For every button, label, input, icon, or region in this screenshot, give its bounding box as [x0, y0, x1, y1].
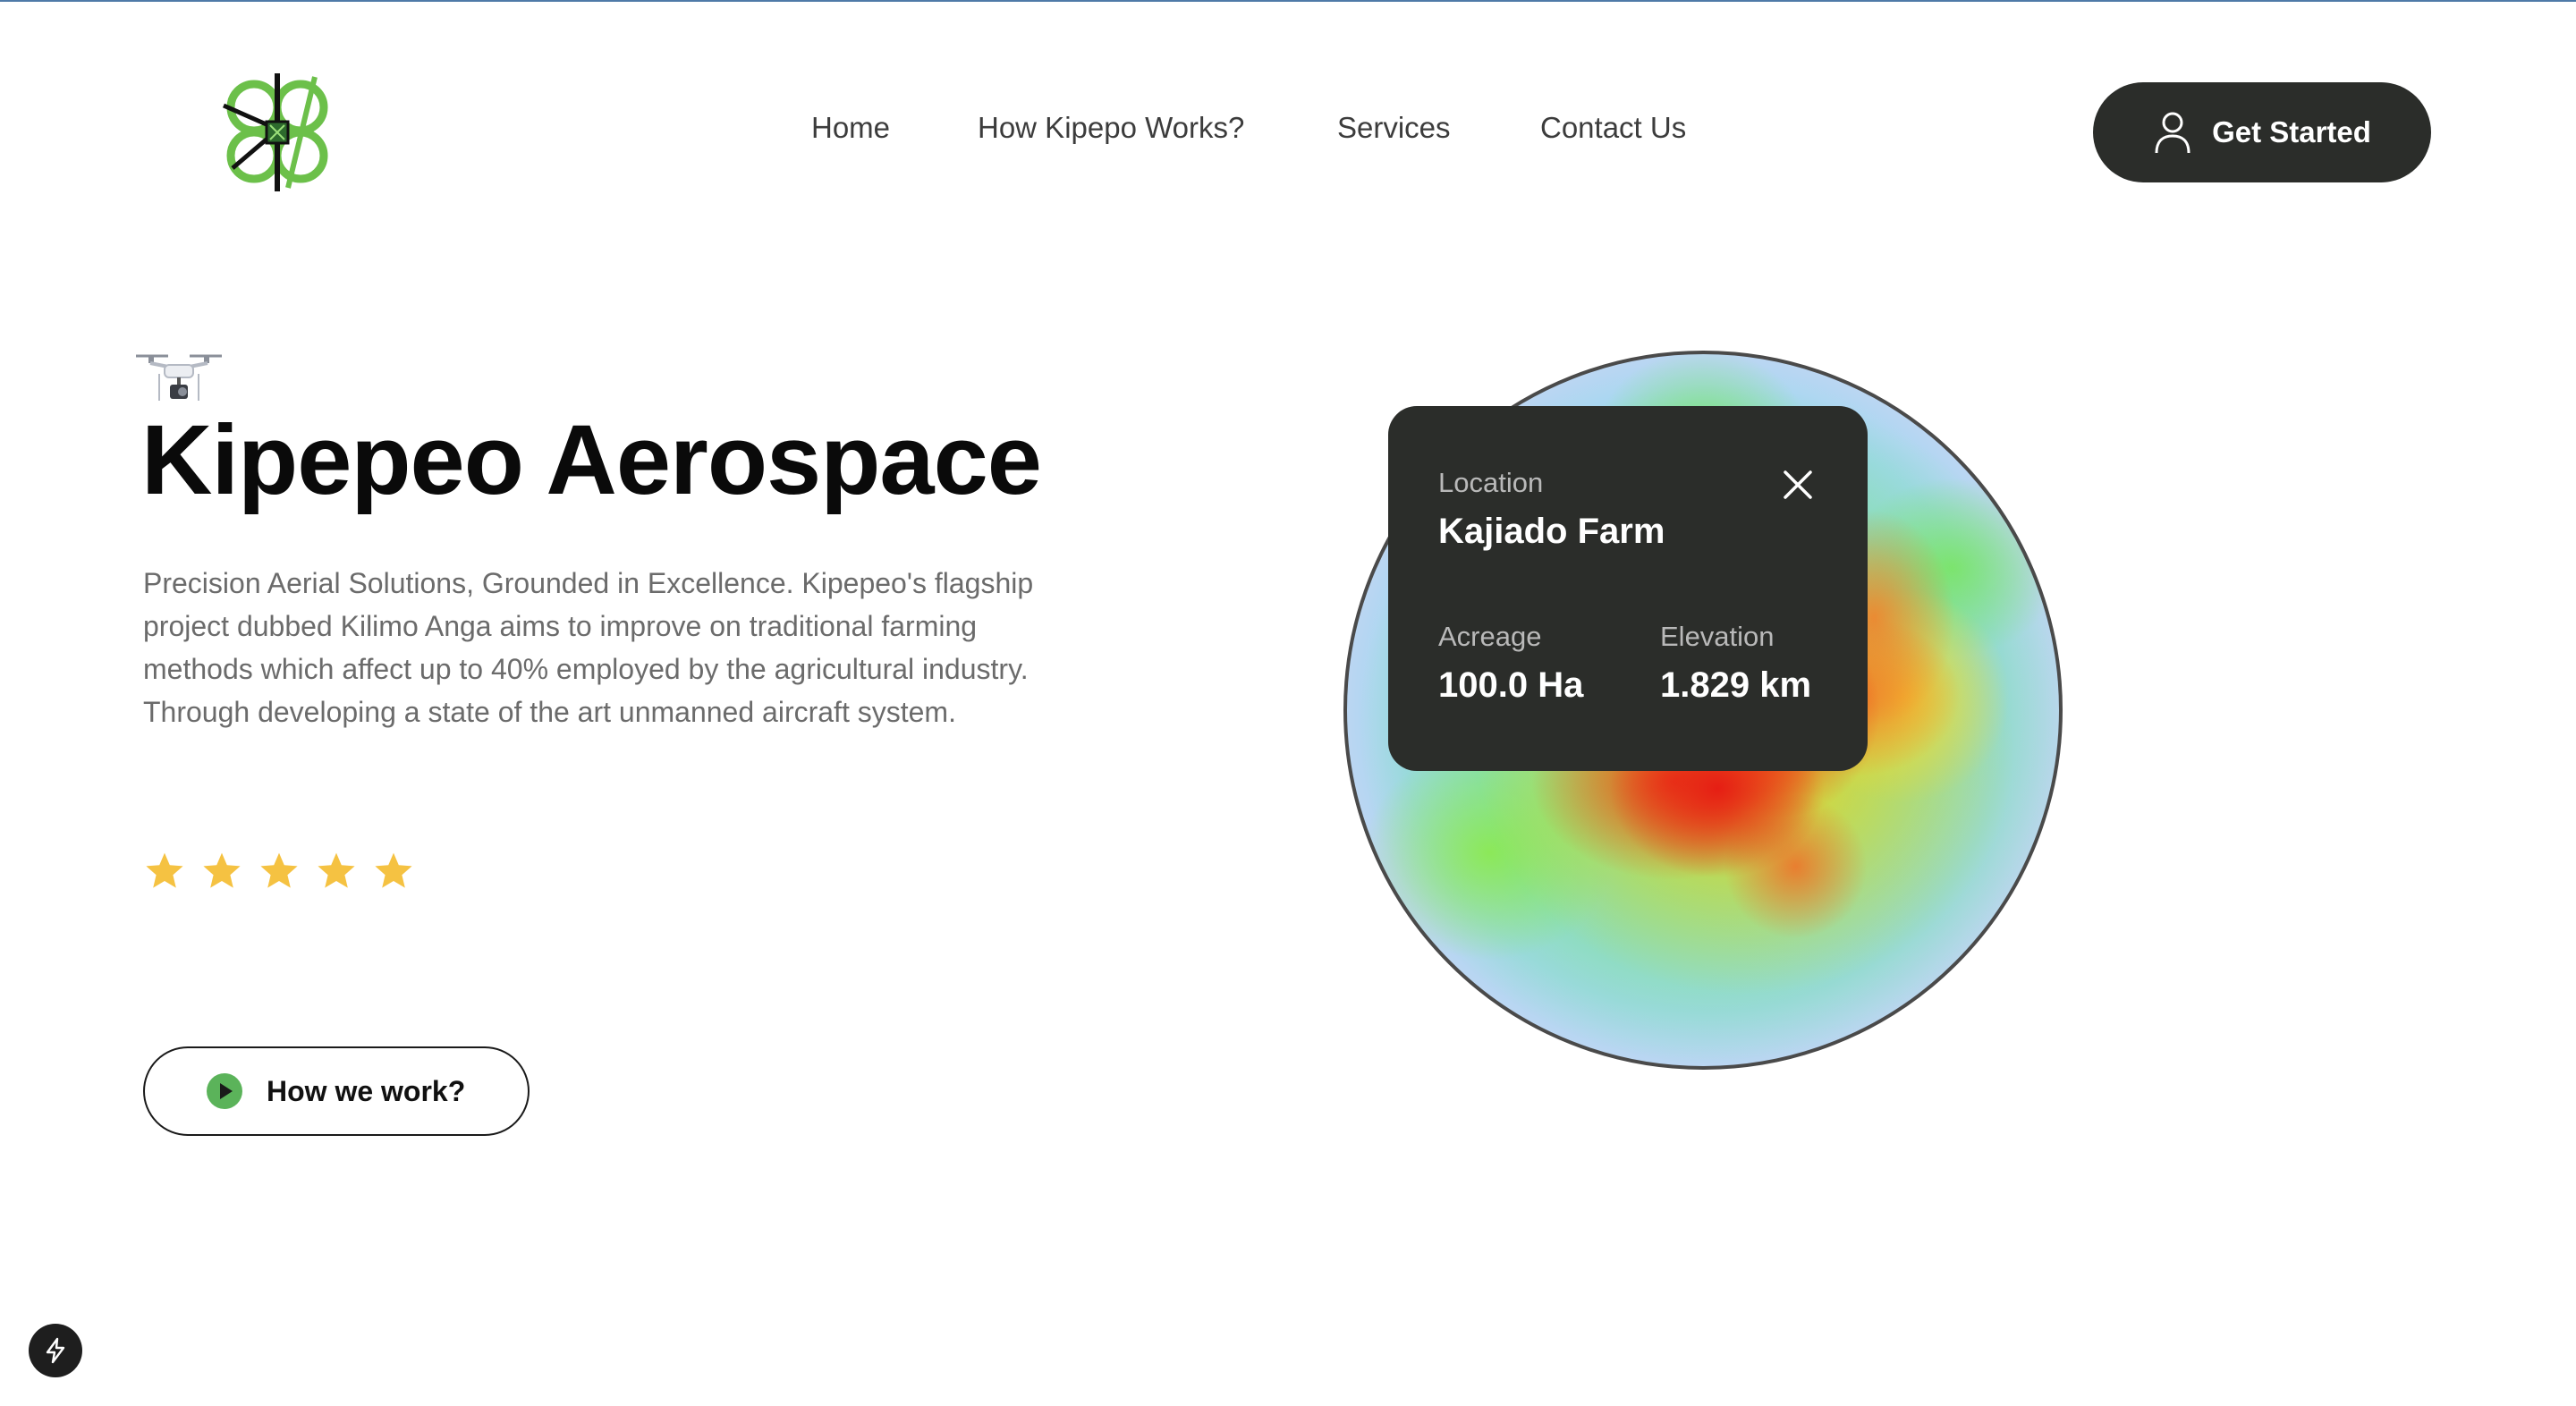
nav-how-it-works-link[interactable]: How Kipepo Works?: [978, 106, 1244, 150]
hero-title: Kipepeo Aerospace: [141, 405, 1042, 515]
nav-services-link[interactable]: Services: [1337, 106, 1451, 150]
elevation-value: 1.829 km: [1660, 665, 1812, 705]
location-info-card: Location Kajiado Farm Acreage 100.0 Ha E…: [1388, 406, 1868, 771]
play-icon: [207, 1073, 242, 1109]
how-we-work-button[interactable]: How we work?: [143, 1046, 530, 1136]
star-icon: [203, 852, 241, 888]
location-label: Location: [1438, 467, 1544, 498]
elevation-label: Elevation: [1660, 621, 1775, 652]
star-icon: [260, 852, 298, 888]
star-icon: [318, 852, 355, 888]
acreage-label: Acreage: [1438, 621, 1542, 652]
hero-description: Precision Aerial Solutions, Grounded in …: [143, 567, 1034, 728]
nav-home-link[interactable]: Home: [811, 106, 890, 150]
close-icon[interactable]: [1778, 465, 1818, 504]
get-started-label: Get Started: [2212, 115, 2371, 148]
bolt-badge-button[interactable]: [29, 1324, 82, 1377]
location-value: Kajiado Farm: [1438, 512, 1665, 551]
acreage-value: 100.0 Ha: [1438, 665, 1584, 705]
star-icon: [146, 852, 183, 888]
top-border: [0, 0, 2576, 2]
get-started-button[interactable]: Get Started: [2093, 82, 2431, 182]
drone-icon: [136, 354, 222, 401]
how-we-work-label: How we work?: [267, 1074, 466, 1107]
star-icon: [375, 852, 412, 888]
bolt-icon: [46, 1337, 65, 1364]
rating-stars: [143, 850, 415, 900]
nav-contact-link[interactable]: Contact Us: [1540, 106, 1686, 150]
user-icon: [2155, 112, 2190, 154]
